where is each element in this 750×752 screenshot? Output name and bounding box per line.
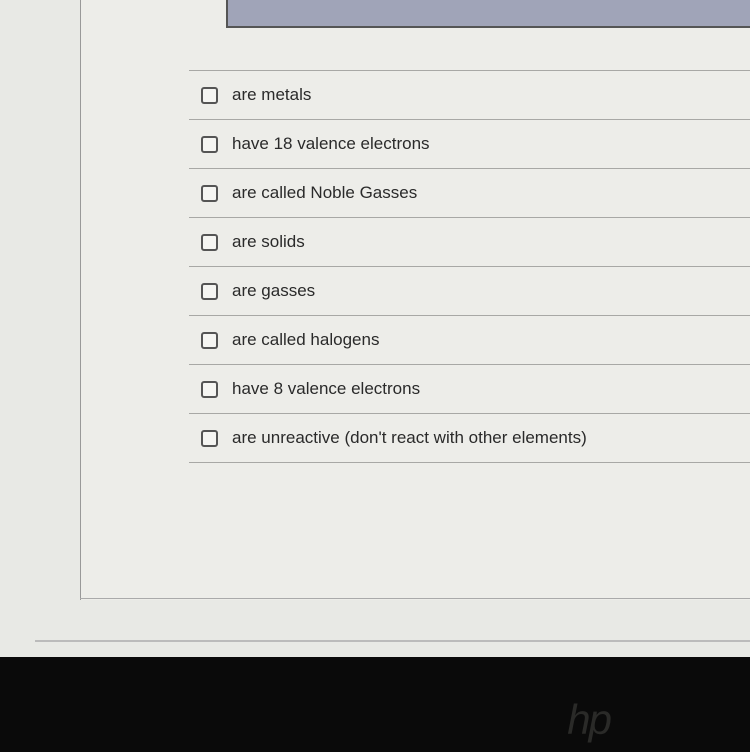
checkbox-icon[interactable] [201,185,218,202]
checkbox-list: are metals have 18 valence electrons are… [189,70,750,463]
checkbox-icon[interactable] [201,234,218,251]
list-item[interactable]: are called Noble Gasses [189,168,750,217]
panel-bottom-border [80,598,750,599]
laptop-bezel: hp [0,657,750,752]
option-label: have 18 valence electrons [232,134,430,154]
option-label: are called halogens [232,330,379,350]
option-label: are unreactive (don't react with other e… [232,428,587,448]
list-item[interactable]: are solids [189,217,750,266]
option-label: are gasses [232,281,315,301]
checkbox-icon[interactable] [201,136,218,153]
page-divider [35,640,750,642]
list-item[interactable]: are metals [189,70,750,119]
checkbox-icon[interactable] [201,283,218,300]
list-item[interactable]: are called halogens [189,315,750,364]
hp-logo: hp [567,696,610,744]
option-label: have 8 valence electrons [232,379,420,399]
option-label: are metals [232,85,311,105]
list-item[interactable]: are unreactive (don't react with other e… [189,413,750,463]
list-item[interactable]: have 8 valence electrons [189,364,750,413]
option-label: are solids [232,232,305,252]
option-label: are called Noble Gasses [232,183,417,203]
checkbox-icon[interactable] [201,381,218,398]
checkbox-icon[interactable] [201,87,218,104]
checkbox-icon[interactable] [201,430,218,447]
list-item[interactable]: are gasses [189,266,750,315]
quiz-panel: are metals have 18 valence electrons are… [80,0,750,600]
header-box [226,0,750,28]
list-item[interactable]: have 18 valence electrons [189,119,750,168]
checkbox-icon[interactable] [201,332,218,349]
